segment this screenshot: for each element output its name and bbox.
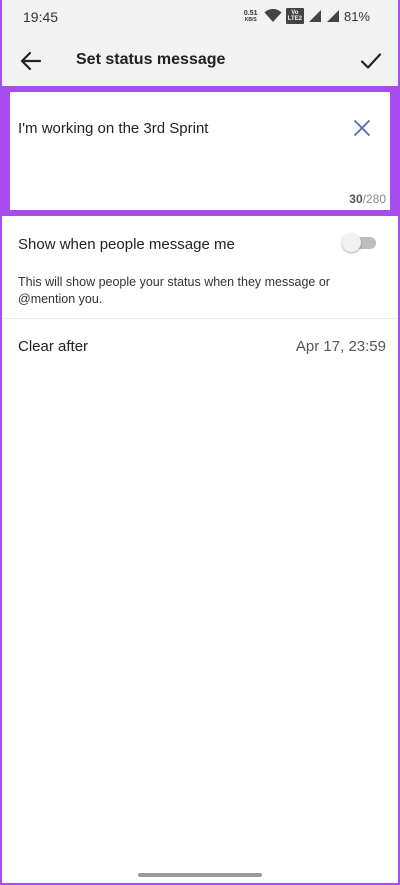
- home-indicator[interactable]: [138, 873, 262, 877]
- volte-badge: Vo LTE2: [285, 8, 304, 24]
- network-speed-unit: KB/S: [244, 16, 257, 23]
- toggle-knob: [342, 233, 361, 252]
- page-title: Set status message: [76, 51, 226, 68]
- network-speed-value: 0.51: [243, 9, 258, 17]
- status-indicators: 0.51 KB/S Vo LTE2 81%: [242, 8, 370, 24]
- system-status-bar: 19:45 0.51 KB/S Vo LTE2 81%: [0, 0, 400, 34]
- check-icon[interactable]: [358, 48, 384, 74]
- character-count: 30: [349, 192, 363, 206]
- arrow-left-icon[interactable]: [18, 48, 44, 74]
- settings-panel: Show when people message me This will sh…: [2, 216, 398, 883]
- show-when-messaged-label: Show when people message me: [18, 236, 235, 253]
- show-when-messaged-toggle[interactable]: [342, 233, 376, 252]
- character-counter: 30/280: [349, 192, 386, 206]
- character-limit: /280: [362, 192, 386, 206]
- clear-after-value[interactable]: Apr 17, 23:59: [296, 338, 386, 355]
- signal-icon: [308, 10, 321, 22]
- divider: [2, 318, 398, 319]
- status-message-field[interactable]: I'm working on the 3rd Sprint 30/280: [10, 92, 390, 210]
- wifi-icon: [264, 9, 282, 22]
- clear-after-label[interactable]: Clear after: [18, 338, 88, 355]
- battery-percent: 81%: [343, 8, 370, 24]
- volte-bottom: LTE2: [287, 16, 302, 22]
- status-time: 19:45: [23, 9, 59, 25]
- status-message-text[interactable]: I'm working on the 3rd Sprint: [18, 120, 208, 137]
- status-input-highlight: I'm working on the 3rd Sprint 30/280: [0, 86, 400, 216]
- close-icon[interactable]: [350, 116, 374, 140]
- network-speed: 0.51 KB/S: [242, 10, 260, 23]
- show-when-messaged-description: This will show people your status when t…: [18, 275, 330, 306]
- signal-icon-2: [326, 10, 339, 22]
- app-header: Set status message: [2, 34, 398, 86]
